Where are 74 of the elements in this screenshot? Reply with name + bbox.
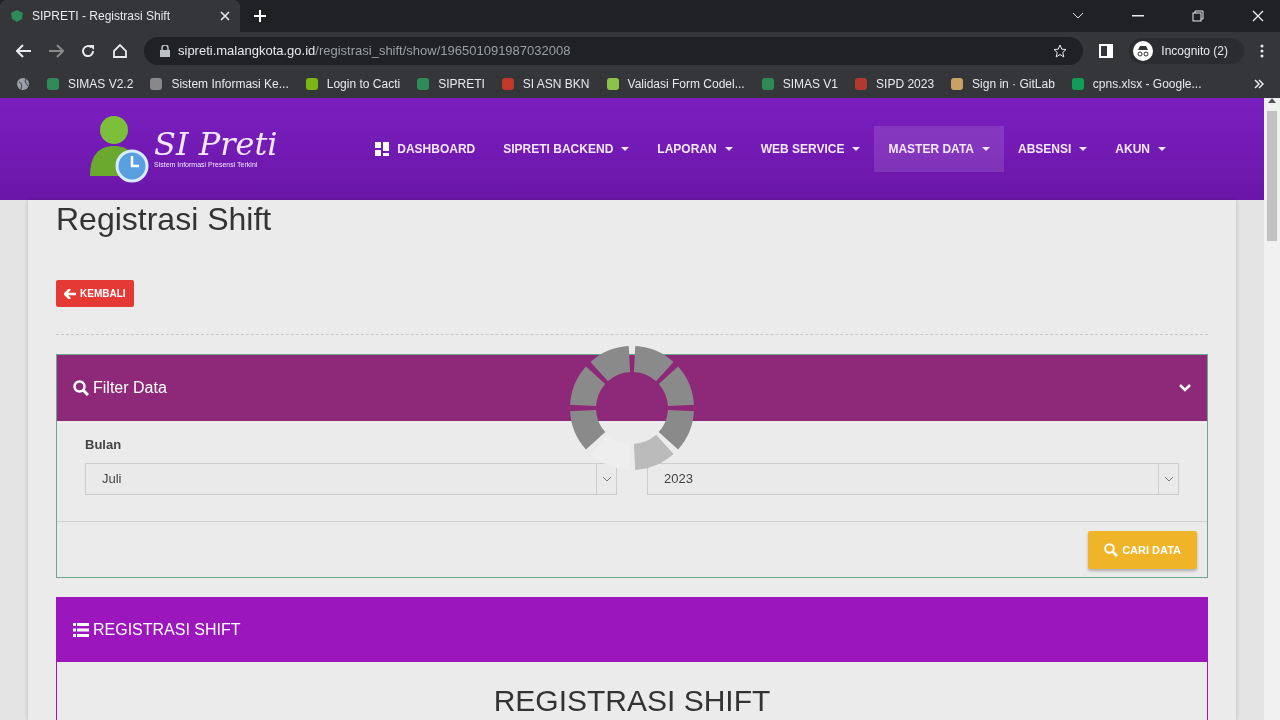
browser-tab[interactable]: SIPRETI - Registrasi Shift: [0, 0, 240, 32]
caret-down-icon: [724, 147, 733, 151]
bookmark-item[interactable]: cpns.xlsx - Google...: [1070, 75, 1202, 93]
plus-icon[interactable]: [254, 10, 266, 22]
field-label: Bulan: [85, 436, 123, 455]
close-icon[interactable]: [220, 11, 230, 21]
shield-icon: [10, 9, 24, 23]
bookmark-favicon-icon: [605, 77, 620, 91]
bookmark-favicon-icon: [416, 77, 431, 91]
nav-link[interactable]: AKUN: [1101, 126, 1180, 172]
chevron-down-icon[interactable]: [1072, 12, 1084, 20]
select-field[interactable]: Juli: [85, 462, 617, 495]
caret-down-icon: [621, 147, 630, 151]
bookmark-favicon-icon: [760, 77, 775, 91]
nav-link[interactable]: DASHBOARD: [361, 126, 490, 172]
bookmark-item[interactable]: Validasi Form Codel...: [605, 75, 745, 93]
more-icon[interactable]: [1260, 44, 1264, 58]
back-arrow-icon[interactable]: [16, 44, 32, 58]
search-icon: [73, 380, 89, 397]
chevron-double-right-icon[interactable]: [1254, 79, 1264, 89]
minimize-icon[interactable]: [1132, 15, 1144, 17]
bookmark-favicon-icon: [46, 77, 60, 91]
section-heading: REGISTRASI SHIFT: [493, 683, 771, 720]
bookmark-item[interactable]: SI ASN BKN: [500, 75, 590, 93]
bookmark-item[interactable]: SIMAS V2.2: [46, 75, 134, 93]
scrollbar[interactable]: [1264, 98, 1280, 720]
bookmark-favicon-icon: [500, 77, 515, 91]
arrow-left-icon: [64, 288, 76, 299]
incognito-profile-button[interactable]: Incognito (2): [1129, 38, 1244, 64]
bookmark-favicon-icon: [854, 77, 869, 91]
bookmark-favicon-icon: [950, 77, 965, 91]
grid-icon: [375, 142, 390, 156]
bookmark-item[interactable]: SIPRETI: [416, 75, 485, 93]
caret-down-icon: [1079, 147, 1088, 151]
star-icon[interactable]: [1053, 44, 1068, 58]
bookmark-item[interactable]: Sistem Informasi Ke...: [149, 75, 289, 93]
bookmark-favicon-icon: [1070, 77, 1085, 91]
forward-arrow-icon[interactable]: [48, 44, 64, 58]
address-bar[interactable]: sipreti.malangkota.go.id/registrasi_shift/show/196501091987032008: [144, 37, 1084, 65]
close-icon[interactable]: [1252, 10, 1264, 22]
globe-icon[interactable]: [16, 77, 30, 91]
back-button[interactable]: KEMBALI: [56, 280, 134, 308]
bookmark-item[interactable]: Login to Cacti: [304, 75, 401, 93]
caret-down-icon: [852, 147, 861, 151]
incognito-icon: [1133, 41, 1154, 61]
scrollbar-thumb[interactable]: [1267, 111, 1277, 241]
loading-spinner-icon: [568, 344, 696, 472]
bookmark-favicon-icon: [149, 77, 164, 91]
url-text: sipreti.malangkota.go.id/registrasi_shift/show/196501091987032008: [178, 42, 572, 61]
caret-down-icon: [1158, 147, 1166, 151]
nav-link[interactable]: LAPORAN: [643, 126, 747, 172]
nav-link[interactable]: MASTER DATA: [874, 126, 1004, 172]
bookmark-favicon-icon: [304, 77, 319, 91]
page-title: Registrasi Shift: [56, 200, 273, 239]
lock-icon: [160, 45, 170, 57]
caret-down-icon: [982, 147, 990, 151]
search-icon: [1104, 543, 1119, 558]
nav-link[interactable]: ABSENSI: [1004, 126, 1102, 172]
home-icon[interactable]: [112, 43, 128, 59]
restore-icon[interactable]: [1192, 10, 1204, 22]
chevron-down-icon: [1163, 475, 1174, 482]
bookmark-item[interactable]: SIMAS V1: [760, 75, 839, 93]
select-field[interactable]: 2023: [647, 462, 1179, 495]
chevron-down-icon: [601, 475, 612, 482]
reload-icon[interactable]: [80, 43, 96, 59]
logo-title: SI Preti: [154, 127, 278, 160]
side-panel-icon[interactable]: [1099, 44, 1114, 58]
nav-link[interactable]: SIPRETI BACKEND: [489, 126, 644, 172]
panel-title: Filter Data: [93, 378, 168, 399]
panel-title: REGISTRASI SHIFT: [93, 620, 241, 641]
bookmark-item[interactable]: SIPD 2023: [854, 75, 935, 93]
list-icon: [73, 623, 89, 638]
nav-link[interactable]: WEB SERVICE: [746, 126, 875, 172]
bookmark-item[interactable]: Sign in · GitLab: [950, 75, 1055, 93]
